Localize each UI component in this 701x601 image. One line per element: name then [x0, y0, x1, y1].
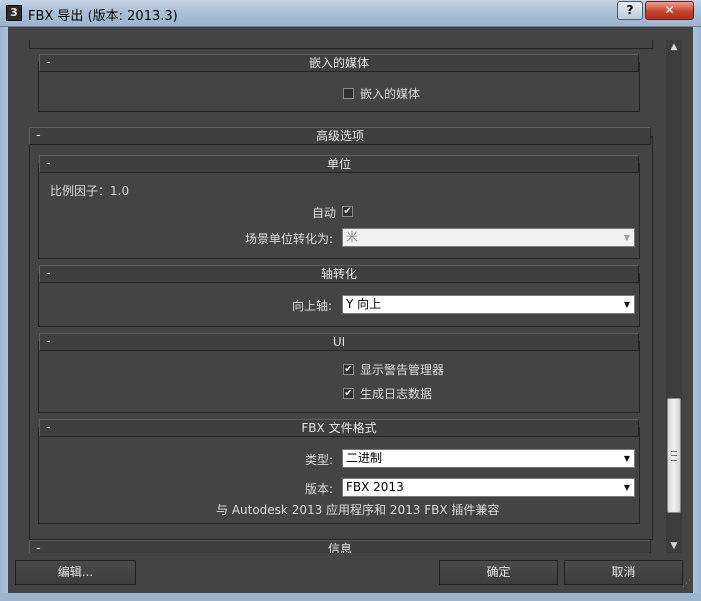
generate-log-label: 生成日志数据 [360, 387, 433, 401]
app-icon: 3 [6, 5, 22, 21]
previous-group-box [29, 40, 653, 49]
convert-units-label: 场景单位转化为: [245, 232, 334, 246]
help-button[interactable]: ? [617, 1, 643, 20]
scroll-up-arrow-icon[interactable]: ▲ [666, 40, 682, 54]
units-title: 单位 [326, 157, 351, 171]
up-axis-label: 向上轴: [292, 299, 333, 313]
cancel-button[interactable]: 取消 [564, 560, 683, 585]
compatibility-note: 与 Autodesk 2013 应用程序和 2013 FBX 插件兼容 [216, 503, 500, 517]
resize-grip-icon[interactable]: ⋰ [682, 580, 692, 590]
window-title: FBX 导出 (版本: 2013.3) [28, 9, 178, 24]
scale-factor-label: 比例因子：1.0 [50, 184, 130, 198]
dropdown-arrow-icon: ▼ [623, 300, 630, 309]
ui-header[interactable]: - UI [39, 333, 639, 351]
axis-conversion-title: 轴转化 [320, 267, 357, 281]
advanced-options-title: 高级选项 [315, 129, 364, 143]
dropdown-arrow-icon: ▼ [623, 454, 630, 463]
scroll-down-arrow-icon[interactable]: ▼ [666, 539, 682, 553]
units-header[interactable]: - 单位 [39, 155, 639, 173]
auto-units-label: 自动 [312, 206, 337, 220]
vertical-scrollbar[interactable]: ▲ ▼ [666, 40, 682, 553]
file-type-select[interactable]: 二进制 ▼ [342, 449, 635, 468]
show-warnings-label: 显示警告管理器 [360, 363, 445, 377]
advanced-options-header[interactable]: - 高级选项 [29, 127, 651, 145]
file-type-value: 二进制 [346, 451, 383, 465]
convert-units-select[interactable]: 米 ▼ [342, 228, 635, 247]
fbx-version-label: 版本: [305, 482, 334, 496]
ui-title: UI [332, 335, 346, 349]
ui-box [38, 341, 640, 413]
fbx-version-select[interactable]: FBX 2013 ▼ [342, 478, 635, 497]
embedded-media-title: 嵌入的媒体 [308, 56, 369, 70]
window-frame-left [0, 27, 8, 601]
rollout-scroll-area[interactable]: - 嵌入的媒体 嵌入的媒体 - 高级选项 - 单位 比例因子：1.0 自动 ✔ … [8, 40, 682, 553]
close-button[interactable]: ✕ [645, 1, 694, 20]
info-title: 信息 [327, 542, 352, 553]
fbx-version-value: FBX 2013 [346, 480, 404, 494]
convert-units-value: 米 [346, 230, 359, 244]
dropdown-arrow-icon: ▼ [623, 233, 630, 242]
embed-media-label: 嵌入的媒体 [360, 87, 421, 101]
fbx-format-title: FBX 文件格式 [301, 421, 377, 435]
rollout-content: - 嵌入的媒体 嵌入的媒体 - 高级选项 - 单位 比例因子：1.0 自动 ✔ … [8, 40, 666, 553]
auto-units-checkbox[interactable]: ✔ [342, 206, 353, 217]
window-frame-right [693, 27, 701, 601]
scrollbar-thumb[interactable] [667, 398, 681, 513]
window-frame-bottom [0, 593, 701, 601]
show-warnings-checkbox[interactable]: ✔ [343, 364, 354, 375]
up-axis-value: Y 向上 [346, 297, 382, 311]
up-axis-select[interactable]: Y 向上 ▼ [342, 295, 635, 314]
fbx-format-header[interactable]: - FBX 文件格式 [39, 419, 639, 437]
axis-conversion-header[interactable]: - 轴转化 [39, 265, 639, 283]
dropdown-arrow-icon: ▼ [623, 483, 630, 492]
title-bar[interactable]: 3 FBX 导出 (版本: 2013.3) ? ✕ [0, 0, 701, 27]
generate-log-checkbox[interactable]: ✔ [343, 388, 354, 399]
info-header[interactable]: - 信息 [29, 540, 651, 553]
embed-media-checkbox[interactable] [343, 88, 354, 99]
edit-button[interactable]: 编辑... [15, 560, 136, 585]
grip-icon [671, 451, 677, 461]
ok-button[interactable]: 确定 [439, 560, 558, 585]
file-type-label: 类型: [305, 453, 334, 467]
embedded-media-header[interactable]: - 嵌入的媒体 [39, 54, 639, 72]
